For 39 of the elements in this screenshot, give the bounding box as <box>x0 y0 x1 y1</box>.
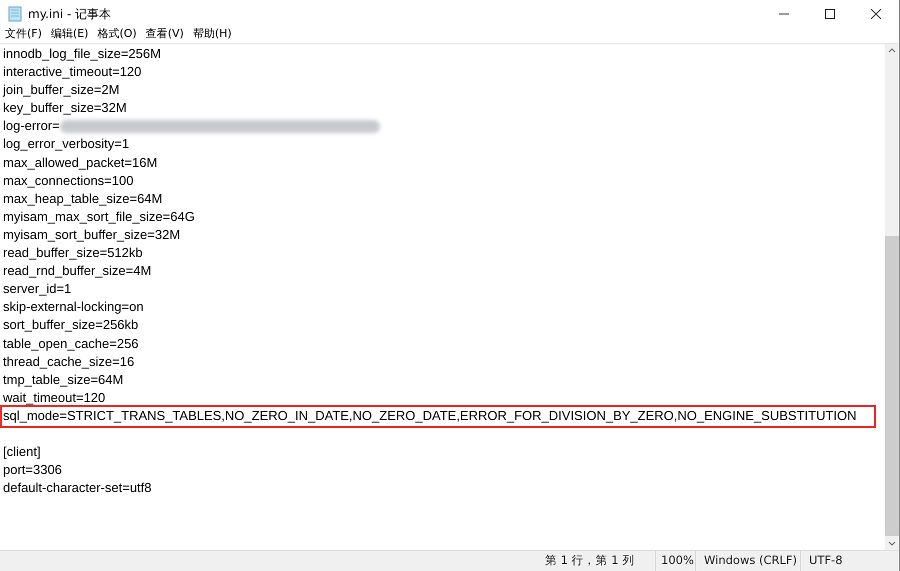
text-line: [client] <box>3 443 41 462</box>
text-line: interactive_timeout=120 <box>3 63 142 82</box>
text-line: max_heap_table_size=64M <box>3 190 162 208</box>
text-line: thread_cache_size=16 <box>3 352 134 371</box>
maximize-icon <box>825 8 835 18</box>
menu-item[interactable]: 查看(V) <box>146 26 184 43</box>
menu-item[interactable]: 编辑(E) <box>50 26 88 43</box>
status-text: UTF-8 <box>809 552 843 570</box>
scroll-thumb[interactable] <box>885 236 899 536</box>
text-line: server_id=1 <box>3 280 72 298</box>
text-line: max_allowed_packet=16M <box>3 154 158 172</box>
text-line: wait_timeout=120 <box>3 388 106 407</box>
text-line: join_buffer_size=2M <box>3 81 120 100</box>
text-line: port=3306 <box>3 461 62 480</box>
text-line: table_open_cache=256 <box>3 334 139 353</box>
text-line: key_buffer_size=32M <box>3 99 127 118</box>
text-line: max_connections=100 <box>3 172 134 190</box>
status-text: 100% <box>661 552 694 570</box>
status-text: 第 1 行，第 1 列 <box>545 552 634 570</box>
text-line: tmp_table_size=64M <box>3 370 124 389</box>
menu-item[interactable]: 帮助(H) <box>192 26 232 43</box>
status-text: Windows (CRLF) <box>704 552 798 570</box>
text-line: innodb_log_file_size=256M <box>3 45 161 63</box>
text-line: default-character-set=utf8 <box>3 479 152 498</box>
text-line: myisam_sort_buffer_size=32M <box>3 226 180 244</box>
text-line: log_error_verbosity=1 <box>3 135 130 154</box>
text-line: myisam_max_sort_file_size=64G <box>3 208 195 226</box>
text-line: read_rnd_buffer_size=4M <box>3 262 152 280</box>
scrollbar[interactable] <box>885 44 899 550</box>
close-icon <box>871 8 881 18</box>
notepad-icon <box>8 6 22 22</box>
text-line: sql_mode=STRICT_TRANS_TABLES,NO_ZERO_IN_DATE,NO_ZERO_DATE,ERROR_FOR_DIVISION_BY_ZERO,NO_ENGINE_SUBSTITUTION <box>3 406 857 425</box>
text-line: skip-external-locking=on <box>3 298 144 316</box>
text-line: read_buffer_size=512kb <box>3 244 143 262</box>
menu-item[interactable]: 格式(O) <box>97 26 137 43</box>
window-title: my.ini - 记事本 <box>28 6 112 22</box>
menu-item[interactable]: 文件(F) <box>5 26 42 43</box>
text-line: log-error= <box>3 117 60 136</box>
text-line: sort_buffer_size=256kb <box>3 316 138 334</box>
